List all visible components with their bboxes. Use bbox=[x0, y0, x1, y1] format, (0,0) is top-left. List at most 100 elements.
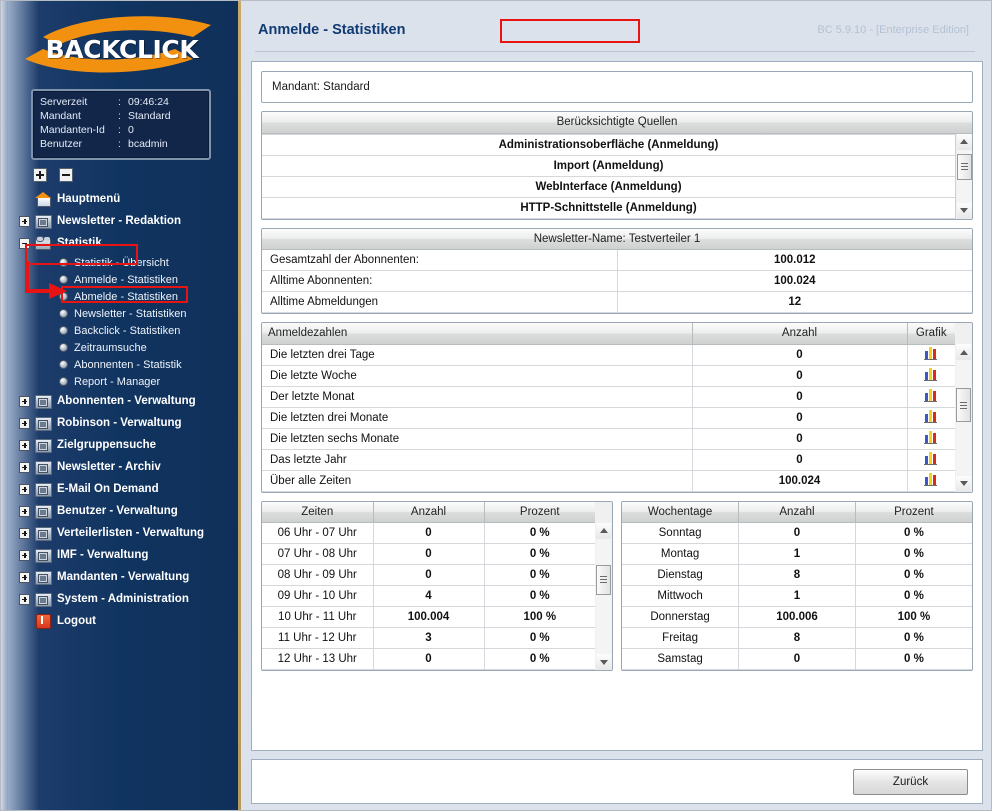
sidebar-subitem-backclick-statistiken[interactable]: Backclick - Statistiken bbox=[1, 322, 241, 339]
expand-all-button[interactable] bbox=[33, 168, 47, 182]
wochentage-label: Mittwoch bbox=[622, 585, 740, 607]
zeiten-prozent: 0 % bbox=[483, 564, 595, 586]
house-icon bbox=[34, 191, 52, 207]
sidebar-subitem-abonnenten-statistik[interactable]: Abonnenten - Statistik bbox=[1, 356, 241, 373]
sidebar-subitem-label: Statistik - Übersicht bbox=[74, 256, 169, 269]
sidebar-subitem-zeitraumsuche[interactable]: Zeitraumsuche bbox=[1, 339, 241, 356]
wochentage-anzahl: 1 bbox=[738, 585, 856, 607]
bullet-icon bbox=[59, 292, 68, 301]
zeiten-label: 11 Uhr - 12 Uhr bbox=[262, 627, 374, 649]
bar-chart-icon[interactable] bbox=[923, 388, 939, 402]
scroll-down-arrow[interactable] bbox=[956, 475, 971, 492]
collapse-all-button[interactable] bbox=[59, 168, 73, 182]
expander-plus-icon[interactable] bbox=[19, 571, 30, 583]
sidebar-subitem-report-manager[interactable]: Report - Manager bbox=[1, 373, 241, 390]
expander-plus-icon[interactable] bbox=[19, 417, 30, 429]
bar-chart-icon[interactable] bbox=[923, 430, 939, 444]
expander-plus-icon[interactable] bbox=[19, 483, 30, 495]
sidebar-subitem-anmelde-statistiken[interactable]: Anmelde - Statistiken bbox=[1, 271, 241, 288]
bar-chart-icon[interactable] bbox=[923, 472, 939, 486]
sidebar-item-verteilerlisten-verwaltung[interactable]: Verteilerlisten - Verwaltung bbox=[1, 522, 241, 544]
wochentage-label: Montag bbox=[622, 543, 740, 565]
expander-plus-icon[interactable] bbox=[19, 215, 30, 227]
anmeldezahlen-value: 0 bbox=[691, 364, 908, 387]
bullet-icon bbox=[59, 360, 68, 369]
server-info-separator: : bbox=[118, 124, 121, 136]
sidebar-item-logout[interactable]: Logout bbox=[1, 610, 241, 632]
scrollbar-track[interactable] bbox=[596, 538, 611, 654]
scroll-up-arrow[interactable] bbox=[596, 522, 611, 539]
folder-icon bbox=[34, 481, 52, 497]
sidebar-item-system-administration[interactable]: System - Administration bbox=[1, 588, 241, 610]
bar-chart-icon[interactable] bbox=[923, 409, 939, 423]
sidebar-item-imf-verwaltung[interactable]: IMF - Verwaltung bbox=[1, 544, 241, 566]
scroll-up-arrow[interactable] bbox=[956, 344, 971, 360]
scroll-down-arrow[interactable] bbox=[596, 654, 611, 670]
zeiten-prozent: 0 % bbox=[483, 522, 595, 544]
anmeldezahlen-scrollbar[interactable] bbox=[955, 323, 972, 492]
quellen-list-item[interactable]: Administrationsoberfläche (Anmeldung) bbox=[262, 133, 955, 156]
sidebar-item-robinson-verwaltung[interactable]: Robinson - Verwaltung bbox=[1, 412, 241, 434]
scrollbar-thumb[interactable] bbox=[596, 564, 611, 595]
scroll-down-arrow[interactable] bbox=[956, 202, 972, 219]
anmeldezahlen-grafik-cell[interactable] bbox=[906, 343, 955, 366]
scroll-up-arrow[interactable] bbox=[956, 133, 972, 150]
server-info-row: Serverzeit:09:46:24 bbox=[40, 96, 171, 110]
anmeldezahlen-grafik-cell[interactable] bbox=[906, 448, 955, 471]
anmeldezahlen-grafik-cell[interactable] bbox=[906, 385, 955, 408]
sidebar-item-statistik[interactable]: Statistik bbox=[1, 232, 241, 254]
sidebar-item-abonnenten-verwaltung[interactable]: Abonnenten - Verwaltung bbox=[1, 390, 241, 412]
zeiten-column-header: Prozent bbox=[483, 501, 595, 523]
bar-chart-icon[interactable] bbox=[923, 346, 939, 360]
sidebar-subitem-newsletter-statistiken[interactable]: Newsletter - Statistiken bbox=[1, 305, 241, 322]
anmeldezahlen-grafik-cell[interactable] bbox=[906, 364, 955, 387]
wochentage-column-header: Wochentage bbox=[622, 501, 740, 523]
quellen-list-item[interactable]: Import (Anmeldung) bbox=[262, 154, 955, 177]
scrollbar-track[interactable] bbox=[956, 149, 972, 203]
expander-plus-icon[interactable] bbox=[19, 593, 30, 605]
anmeldezahlen-grafik-cell[interactable] bbox=[906, 406, 955, 429]
quellen-list-item[interactable]: HTTP-Schnittstelle (Anmeldung) bbox=[262, 196, 955, 219]
scrollbar-thumb[interactable] bbox=[956, 388, 971, 422]
expander-plus-icon[interactable] bbox=[19, 527, 30, 539]
expander-plus-icon[interactable] bbox=[19, 461, 30, 473]
wochentage-row: Samstag 0 0 % bbox=[622, 648, 972, 670]
wochentage-row: Mittwoch 1 0 % bbox=[622, 585, 972, 607]
anmeldezahlen-grafik-cell[interactable] bbox=[906, 427, 955, 450]
expander-plus-icon[interactable] bbox=[19, 439, 30, 451]
sidebar-item-label: Statistik bbox=[57, 237, 102, 249]
sidebar-item-newsletter-redaktion[interactable]: Newsletter - Redaktion bbox=[1, 210, 241, 232]
sidebar-item-mandanten-verwaltung[interactable]: Mandanten - Verwaltung bbox=[1, 566, 241, 588]
zeiten-label: 12 Uhr - 13 Uhr bbox=[262, 648, 374, 670]
expander-plus-icon[interactable] bbox=[19, 395, 30, 407]
sidebar-subitem-statistik-bersicht[interactable]: Statistik - Übersicht bbox=[1, 254, 241, 271]
expander-plus-icon[interactable] bbox=[19, 549, 30, 561]
server-info-row: Benutzer: bcadmin bbox=[40, 138, 171, 152]
sidebar-subitem-abmelde-statistiken[interactable]: Abmelde - Statistiken bbox=[1, 288, 241, 305]
quellen-list-item[interactable]: WebInterface (Anmeldung) bbox=[262, 175, 955, 198]
sidebar-item-benutzer-verwaltung[interactable]: Benutzer - Verwaltung bbox=[1, 500, 241, 522]
zeiten-anzahl: 100.004 bbox=[372, 606, 485, 628]
anmeldezahlen-grafik-cell[interactable] bbox=[906, 469, 955, 492]
scrollbar-thumb[interactable] bbox=[956, 153, 972, 180]
expander-minus-icon[interactable] bbox=[19, 237, 30, 249]
sidebar-item-e-mail-on-demand[interactable]: E-Mail On Demand bbox=[1, 478, 241, 500]
scrollbar-track[interactable] bbox=[956, 360, 971, 476]
zeiten-scrollbar[interactable] bbox=[595, 501, 612, 670]
sidebar-item-label: Benutzer - Verwaltung bbox=[57, 505, 178, 517]
wochentage-anzahl: 0 bbox=[738, 648, 856, 670]
sidebar-item-newsletter-archiv[interactable]: Newsletter - Archiv bbox=[1, 456, 241, 478]
sidebar-item-zielgruppensuche[interactable]: Zielgruppensuche bbox=[1, 434, 241, 456]
zeiten-label: 08 Uhr - 09 Uhr bbox=[262, 564, 374, 586]
back-button[interactable]: Zurück bbox=[853, 768, 968, 795]
quellen-scrollbar[interactable] bbox=[955, 133, 972, 219]
bar-chart-icon[interactable] bbox=[923, 451, 939, 465]
bar-chart-icon[interactable] bbox=[923, 367, 939, 381]
time-breakdown-tables: Zeiten Anzahl Prozent 06 Uhr - 07 Uhr 0 0 % 0… bbox=[261, 500, 973, 671]
wochentage-prozent: 0 % bbox=[854, 564, 972, 586]
expander-plus-icon[interactable] bbox=[19, 505, 30, 517]
sidebar-item-hauptmen[interactable]: Hauptmenü bbox=[1, 188, 241, 210]
zeiten-prozent: 0 % bbox=[483, 585, 595, 607]
anmeldezahlen-box: Anmeldezahlen Anzahl Grafik Die letzten dr… bbox=[261, 322, 973, 493]
anmeldezahlen-row: Der letzte Monat 0 bbox=[262, 385, 955, 408]
